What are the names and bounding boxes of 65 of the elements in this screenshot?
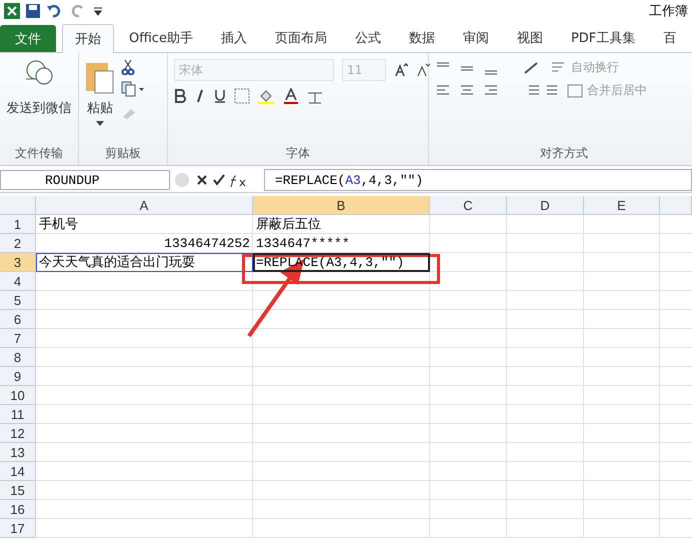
font-color-icon[interactable] bbox=[284, 88, 298, 104]
row-header[interactable]: 12 bbox=[0, 424, 36, 443]
group-label: 文件传输 bbox=[14, 144, 64, 162]
send-to-wechat-button[interactable]: 发送到微信 bbox=[6, 59, 72, 141]
row-header[interactable]: 14 bbox=[0, 462, 36, 481]
table-cell[interactable]: 1334647***** bbox=[253, 234, 430, 253]
row-header[interactable]: 16 bbox=[0, 500, 36, 519]
column-header[interactable]: D bbox=[507, 196, 584, 215]
row-header[interactable]: 15 bbox=[0, 481, 36, 500]
row-header[interactable]: 17 bbox=[0, 519, 36, 538]
column-header[interactable]: B bbox=[253, 196, 430, 215]
excel-logo-icon[interactable] bbox=[4, 3, 20, 19]
italic-icon[interactable] bbox=[194, 89, 206, 103]
header-filler bbox=[660, 196, 692, 215]
scissors-icon[interactable] bbox=[121, 59, 135, 75]
name-box[interactable]: ROUNDUP bbox=[0, 170, 170, 190]
group-label: 字体 bbox=[285, 144, 311, 162]
ribbon-tab[interactable]: 数据 bbox=[396, 23, 448, 52]
table-cell[interactable]: 13346474252 bbox=[36, 234, 253, 253]
row-header[interactable]: 8 bbox=[0, 348, 36, 367]
borders-icon[interactable] bbox=[234, 88, 250, 104]
row-header[interactable]: 4 bbox=[0, 272, 36, 291]
window-title: 工作簿 bbox=[649, 3, 688, 20]
merge-cells-icon bbox=[567, 84, 583, 98]
row-header[interactable]: 7 bbox=[0, 329, 36, 348]
underline-icon[interactable] bbox=[214, 89, 226, 103]
table-cell[interactable]: 手机号 bbox=[36, 215, 253, 234]
caret-icon bbox=[96, 121, 104, 126]
bold-icon[interactable] bbox=[174, 89, 186, 103]
group-label: 剪贴板 bbox=[104, 144, 142, 162]
paste-button[interactable]: 粘贴 bbox=[85, 59, 115, 141]
table-cell[interactable]: 屏蔽后五位 bbox=[253, 215, 430, 234]
save-icon[interactable] bbox=[26, 4, 40, 18]
shrink-font-icon[interactable] bbox=[416, 63, 430, 77]
ribbon-tab[interactable]: 百 bbox=[650, 23, 690, 52]
ribbon-tab[interactable]: 插入 bbox=[208, 23, 260, 52]
row-header[interactable]: 13 bbox=[0, 443, 36, 462]
table-cell[interactable]: 今天天气真的适合出门玩耍 bbox=[36, 253, 253, 272]
row-header[interactable]: 9 bbox=[0, 367, 36, 386]
formula-field[interactable]: =REPLACE(A3,4,3,"") bbox=[264, 169, 692, 191]
column-header[interactable]: C bbox=[430, 196, 507, 215]
row-header[interactable]: 1 bbox=[0, 215, 36, 234]
group-label: 对齐方式 bbox=[539, 144, 589, 162]
copy-icon[interactable] bbox=[121, 81, 145, 97]
row-header[interactable]: 11 bbox=[0, 405, 36, 424]
row-header[interactable]: 3 bbox=[0, 253, 36, 272]
row-header[interactable]: 10 bbox=[0, 386, 36, 405]
ribbon-tab[interactable]: 开始 bbox=[62, 24, 114, 53]
column-header[interactable]: A bbox=[36, 196, 253, 215]
ribbon-tab[interactable]: 文件 bbox=[0, 25, 56, 52]
ribbon-tab[interactable]: PDF工具集 bbox=[558, 23, 648, 52]
ribbon-tab[interactable]: 公式 bbox=[342, 23, 394, 52]
ribbon-tab[interactable]: 页面布局 bbox=[262, 23, 340, 52]
wrap-text-icon bbox=[551, 60, 567, 74]
column-header[interactable]: E bbox=[584, 196, 660, 215]
fill-color-icon[interactable] bbox=[258, 88, 276, 104]
row-header[interactable]: 6 bbox=[0, 310, 36, 329]
chat-bubbles-icon bbox=[24, 59, 54, 87]
grow-font-icon[interactable] bbox=[394, 63, 408, 77]
customize-caret-icon[interactable] bbox=[94, 6, 102, 16]
ribbon-tab[interactable]: Office助手 bbox=[116, 23, 206, 52]
row-header[interactable]: 5 bbox=[0, 291, 36, 310]
ribbon-tab[interactable]: 视图 bbox=[504, 23, 556, 52]
ribbon-tab[interactable]: 审阅 bbox=[450, 23, 502, 52]
row-header[interactable]: 2 bbox=[0, 234, 36, 253]
